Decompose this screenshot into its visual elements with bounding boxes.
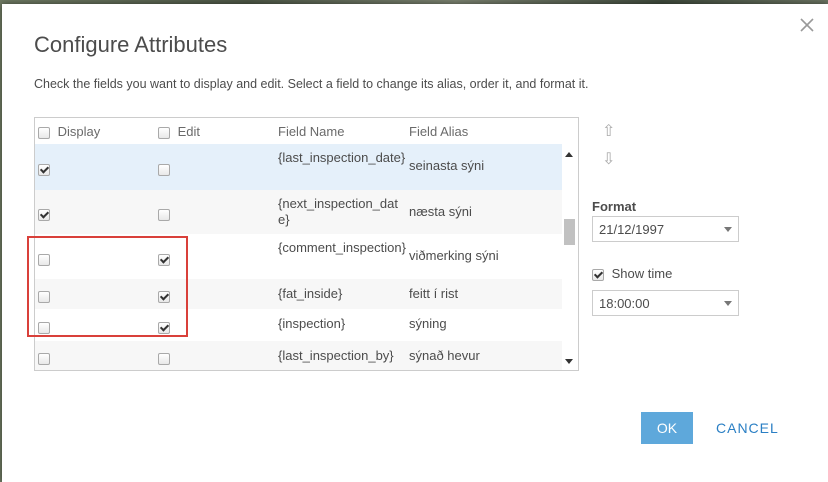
edit-checkbox[interactable] xyxy=(158,352,170,365)
show-time-label: Show time xyxy=(611,266,673,281)
field-name: {next_inspection_date} xyxy=(278,196,398,227)
date-format-select[interactable]: 21/12/1997 xyxy=(592,216,739,242)
header-field-name: Field Name xyxy=(278,124,345,139)
table-row[interactable]: {last_inspection_date} seinasta sýni xyxy=(35,144,562,190)
time-format-select[interactable]: 18:00:00 xyxy=(592,290,739,316)
dialog-description: Check the fields you want to display and… xyxy=(34,77,589,91)
table-row[interactable]: {next_inspection_date} næsta sýni xyxy=(35,190,562,234)
edit-cell xyxy=(158,319,170,334)
chevron-down-icon xyxy=(724,227,732,232)
header-edit-label: Edit xyxy=(177,124,201,139)
edit-checkbox[interactable] xyxy=(158,290,170,303)
display-checkbox[interactable] xyxy=(38,321,50,334)
header-edit: Edit xyxy=(158,124,200,139)
close-icon[interactable] xyxy=(798,16,816,34)
date-format-value: 21/12/1997 xyxy=(599,222,665,237)
dialog-title: Configure Attributes xyxy=(34,32,228,57)
edit-cell xyxy=(158,206,170,221)
table-row[interactable]: {fat_inside} feitt í rist xyxy=(35,279,562,309)
display-cell xyxy=(38,319,50,334)
field-name: {fat_inside} xyxy=(278,286,343,301)
move-up-icon[interactable]: ⇧ xyxy=(602,121,615,141)
display-checkbox[interactable] xyxy=(38,352,50,365)
field-alias: næsta sýni xyxy=(409,204,472,219)
field-alias: sýnað hevur xyxy=(409,348,480,363)
grid-scrollbar[interactable] xyxy=(562,144,577,370)
display-checkbox[interactable] xyxy=(38,208,50,221)
chevron-down-icon xyxy=(724,301,732,306)
edit-cell xyxy=(158,161,170,176)
field-alias: viðmerking sýni xyxy=(409,248,499,263)
table-row[interactable]: {last_inspection_by} sýnað hevur xyxy=(35,341,562,370)
edit-cell xyxy=(158,288,170,303)
table-row[interactable]: {inspection} sýning xyxy=(35,309,562,341)
ok-button[interactable]: OK xyxy=(641,412,693,444)
display-cell xyxy=(38,161,50,176)
display-cell xyxy=(38,206,50,221)
display-checkbox[interactable] xyxy=(38,163,50,176)
cancel-button[interactable]: CANCEL xyxy=(716,412,779,444)
edit-checkbox[interactable] xyxy=(158,253,170,266)
scroll-down-icon[interactable] xyxy=(565,359,573,364)
edit-cell xyxy=(158,350,170,365)
field-name: {last_inspection_by} xyxy=(278,348,394,363)
display-checkbox[interactable] xyxy=(38,253,50,266)
show-time-option[interactable]: Show time xyxy=(592,266,672,281)
scroll-thumb[interactable] xyxy=(564,219,575,245)
edit-checkbox[interactable] xyxy=(158,321,170,334)
display-cell xyxy=(38,350,50,365)
configure-attributes-dialog: Configure Attributes Check the fields yo… xyxy=(2,4,828,482)
edit-all-checkbox[interactable] xyxy=(158,126,170,139)
grid-header: Display Edit Field Name Field Alias xyxy=(35,118,562,144)
time-format-value: 18:00:00 xyxy=(599,296,650,311)
field-alias: sýning xyxy=(409,316,447,331)
move-down-icon[interactable]: ⇩ xyxy=(602,149,615,169)
field-name: {inspection} xyxy=(278,316,346,331)
display-cell xyxy=(38,251,50,266)
header-display: Display xyxy=(38,124,100,139)
table-row[interactable]: {comment_inspection} viðmerking sýni xyxy=(35,234,562,279)
field-alias: feitt í rist xyxy=(409,286,459,301)
display-checkbox[interactable] xyxy=(38,290,50,303)
display-all-checkbox[interactable] xyxy=(38,126,50,139)
header-field-alias: Field Alias xyxy=(409,124,469,139)
edit-checkbox[interactable] xyxy=(158,163,170,176)
field-name: {last_inspection_date} xyxy=(278,150,406,165)
scroll-up-icon[interactable] xyxy=(565,152,573,157)
field-name: {comment_inspection} xyxy=(278,240,406,255)
format-label: Format xyxy=(592,199,637,214)
fields-grid: Display Edit Field Name Field Alias {las… xyxy=(34,117,579,371)
show-time-checkbox[interactable] xyxy=(592,268,604,281)
display-cell xyxy=(38,288,50,303)
field-alias: seinasta sýni xyxy=(409,158,485,173)
header-display-label: Display xyxy=(57,124,101,139)
edit-checkbox[interactable] xyxy=(158,208,170,221)
edit-cell xyxy=(158,251,170,266)
